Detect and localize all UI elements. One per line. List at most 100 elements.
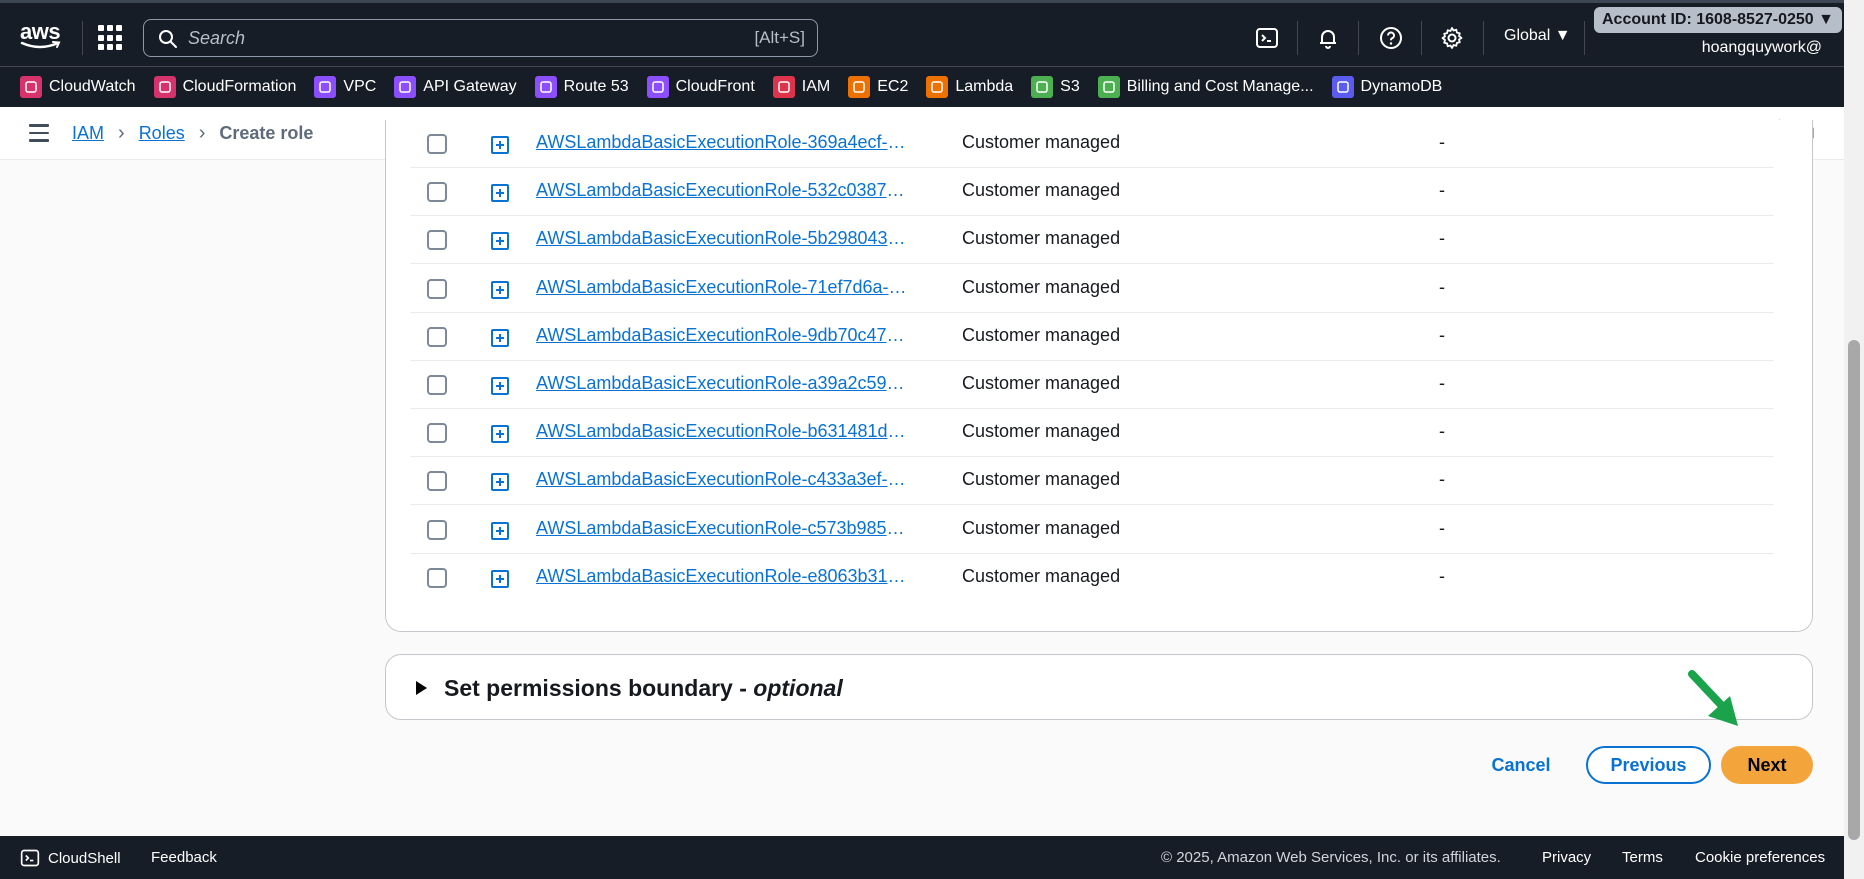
favorite-dynamodb[interactable]: DynamoDB	[1331, 76, 1443, 98]
table-row: AWSLambdaBasicExecutionRole-9db70c47-f… C…	[410, 313, 1774, 361]
cloudshell-icon	[20, 849, 40, 867]
menu-icon[interactable]	[29, 124, 49, 142]
cloudshell-label: CloudShell	[48, 849, 121, 867]
row-checkbox[interactable]	[427, 423, 447, 444]
policy-type: Customer managed	[962, 180, 1121, 201]
gear-icon[interactable]	[1440, 26, 1464, 50]
row-checkbox[interactable]	[427, 519, 447, 540]
row-checkbox[interactable]	[427, 278, 447, 299]
policy-name-link[interactable]: AWSLambdaBasicExecutionRole-e8063b31-b…	[536, 566, 910, 587]
aws-logo[interactable]: aws	[20, 21, 64, 51]
favorites-bar: CloudWatch CloudFormation VPC API Gateway Ro…	[0, 66, 1864, 107]
favorite-label: DynamoDB	[1360, 78, 1443, 95]
favorite-label: CloudWatch	[49, 78, 136, 95]
aws-logo-text: aws	[20, 19, 61, 44]
services-menu-button[interactable]	[98, 25, 124, 51]
breadcrumb: IAM › Roles › Create role	[72, 122, 313, 145]
expand-icon[interactable]	[491, 569, 509, 588]
policy-name-link[interactable]: AWSLambdaBasicExecutionRole-532c0387-f…	[536, 180, 910, 201]
expand-icon[interactable]	[491, 328, 509, 347]
policy-name-link[interactable]: AWSLambdaBasicExecutionRole-369a4ecf-3f…	[536, 132, 910, 153]
divider	[82, 21, 83, 55]
cancel-button[interactable]: Cancel	[1476, 746, 1566, 784]
favorite-api-gateway[interactable]: API Gateway	[394, 76, 517, 98]
search-icon	[159, 30, 177, 48]
policy-type: Customer managed	[962, 324, 1121, 345]
expand-icon[interactable]	[491, 232, 509, 251]
policy-name-link[interactable]: AWSLambdaBasicExecutionRole-c433a3ef-c4…	[536, 469, 910, 490]
favorite-cloudformation[interactable]: CloudFormation	[153, 76, 297, 98]
bell-icon[interactable]	[1316, 26, 1340, 50]
search-input[interactable]	[188, 27, 688, 49]
row-checkbox[interactable]	[427, 567, 447, 588]
policy-name-link[interactable]: AWSLambdaBasicExecutionRole-a39a2c59-4…	[536, 373, 910, 394]
search-box[interactable]: [Alt+S]	[143, 19, 818, 57]
permissions-boundary-expander[interactable]: Set permissions boundary - optional	[385, 654, 1813, 720]
table-row: AWSLambdaBasicExecutionRole-b631481d-… Cu…	[410, 409, 1774, 458]
row-checkbox[interactable]	[427, 182, 447, 203]
policy-name-link[interactable]: AWSLambdaBasicExecutionRole-c573b985-1…	[536, 518, 910, 539]
service-icon	[646, 76, 669, 98]
policy-type: Customer managed	[962, 421, 1121, 442]
terms-link[interactable]: Terms	[1622, 849, 1663, 866]
favorite-route-53[interactable]: Route 53	[534, 76, 629, 98]
aws-smile-icon	[20, 41, 61, 49]
row-checkbox[interactable]	[427, 326, 447, 347]
previous-button[interactable]: Previous	[1586, 746, 1711, 784]
favorite-billing-and-cost-manage[interactable]: Billing and Cost Manage...	[1097, 76, 1314, 98]
favorite-label: S3	[1060, 78, 1080, 95]
chevron-right-icon: ›	[198, 122, 206, 144]
policy-name-link[interactable]: AWSLambdaBasicExecutionRole-b631481d-…	[536, 421, 910, 442]
privacy-link[interactable]: Privacy	[1542, 849, 1591, 866]
top-navigation: aws [Alt+S] Global ▼	[0, 0, 1864, 66]
favorite-vpc[interactable]: VPC	[314, 76, 376, 98]
expand-icon[interactable]	[491, 425, 509, 444]
favorite-s3[interactable]: S3	[1031, 76, 1080, 98]
row-checkbox[interactable]	[427, 134, 447, 154]
help-icon[interactable]	[1379, 26, 1403, 50]
favorite-cloudwatch[interactable]: CloudWatch	[20, 76, 136, 98]
expand-icon[interactable]	[491, 136, 509, 154]
service-icon	[772, 76, 795, 98]
region-selector[interactable]: Global ▼	[1504, 27, 1571, 45]
expand-icon[interactable]	[491, 280, 509, 299]
cloudshell-icon[interactable]	[1255, 26, 1279, 50]
feedback-link[interactable]: Feedback	[151, 849, 217, 866]
account-menu[interactable]: Account ID: 1608-8527-0250 ▼	[1594, 7, 1842, 33]
expand-icon[interactable]	[491, 473, 509, 492]
expand-icon[interactable]	[491, 377, 509, 395]
cloudshell-footer-button[interactable]: CloudShell	[20, 848, 121, 868]
policy-name-link[interactable]: AWSLambdaBasicExecutionRole-9db70c47-f…	[536, 325, 910, 346]
username[interactable]: hoangquywork@	[1702, 39, 1822, 57]
expand-icon[interactable]	[491, 521, 509, 540]
next-button[interactable]: Next	[1721, 746, 1813, 784]
row-checkbox[interactable]	[427, 375, 447, 395]
breadcrumb-iam[interactable]: IAM	[72, 123, 104, 144]
expand-icon[interactable]	[491, 184, 509, 203]
favorite-lambda[interactable]: Lambda	[926, 76, 1013, 98]
favorite-cloudfront[interactable]: CloudFront	[646, 76, 755, 98]
policy-type: Customer managed	[962, 373, 1121, 393]
cookie-preferences-link[interactable]: Cookie preferences	[1695, 849, 1825, 866]
table-row: AWSLambdaBasicExecutionRole-c573b985-1… C…	[410, 506, 1774, 554]
policy-name-link[interactable]: AWSLambdaBasicExecutionRole-71ef7d6a-1…	[536, 277, 910, 298]
policy-name-link[interactable]: AWSLambdaBasicExecutionRole-5b298043-…	[536, 228, 910, 249]
favorite-label: VPC	[343, 78, 377, 95]
service-icon	[1097, 76, 1120, 98]
row-checkbox[interactable]	[427, 471, 447, 492]
table-row: AWSLambdaBasicExecutionRole-532c0387-f… C…	[410, 168, 1774, 217]
policies-table: AWSLambdaBasicExecutionRole-369a4ecf-3f……	[385, 120, 1813, 632]
optional-label: optional	[753, 675, 843, 701]
service-icon	[20, 76, 42, 98]
favorite-label: CloudFormation	[182, 78, 297, 95]
copyright: © 2025, Amazon Web Services, Inc. or its…	[1161, 849, 1501, 866]
policy-used-as: -	[1439, 517, 1445, 538]
favorite-iam[interactable]: IAM	[772, 76, 830, 98]
favorite-ec2[interactable]: EC2	[848, 76, 908, 98]
service-icon	[314, 76, 337, 98]
scrollbar-thumb[interactable]	[1848, 340, 1860, 840]
policy-used-as: -	[1439, 421, 1445, 442]
row-checkbox[interactable]	[427, 230, 447, 251]
table-row: AWSLambdaBasicExecutionRole-e8063b31-b… C…	[410, 554, 1774, 602]
breadcrumb-roles[interactable]: Roles	[139, 123, 185, 144]
